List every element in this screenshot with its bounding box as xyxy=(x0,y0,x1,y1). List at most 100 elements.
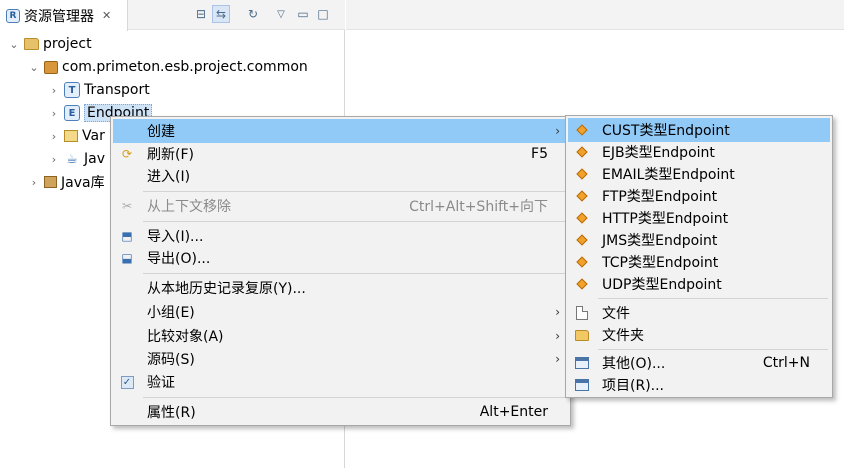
menu-item-refresh[interactable]: ⟳ 刷新(F) F5 xyxy=(113,142,568,166)
submenu-item-ejb-endpoint[interactable]: EJB类型Endpoint xyxy=(568,140,830,164)
resource-explorer-icon: R xyxy=(6,8,20,23)
tree-item-label: Jav xyxy=(84,151,105,167)
tree-item-label: Transport xyxy=(84,82,150,98)
menu-separator xyxy=(143,397,566,398)
project-window-icon xyxy=(574,377,590,393)
endpoint-diamond-icon xyxy=(574,254,590,270)
java-icon: ☕ xyxy=(66,151,78,167)
wizard-window-icon xyxy=(574,355,590,371)
submenu-item-cust-endpoint[interactable]: CUST类型Endpoint xyxy=(568,118,830,142)
menu-item-restore-local-history[interactable]: 从本地历史记录复原(Y)... xyxy=(113,276,568,300)
submenu-item-ftp-endpoint[interactable]: FTP类型Endpoint xyxy=(568,184,830,208)
submenu-item-http-endpoint[interactable]: HTTP类型Endpoint xyxy=(568,206,830,230)
tree-item-common-package[interactable]: ⌄ com.primeton.esb.project.common xyxy=(28,56,308,78)
menu-item-source[interactable]: 源码(S) › xyxy=(113,347,568,371)
chevron-right-icon[interactable]: › xyxy=(48,153,60,166)
tree-item-java-library[interactable]: › Java库 xyxy=(28,171,105,193)
menu-item-label: 其他(O)... xyxy=(602,356,666,372)
menu-item-label: JMS类型Endpoint xyxy=(602,233,718,249)
chevron-right-icon[interactable]: › xyxy=(28,176,40,189)
menu-item-label: 源码(S) xyxy=(147,352,195,368)
menu-item-team[interactable]: 小组(E) › xyxy=(113,300,568,324)
menu-item-label: EJB类型Endpoint xyxy=(602,145,715,161)
menu-item-compare-with[interactable]: 比较对象(A) › xyxy=(113,324,568,348)
menu-item-go-into[interactable]: 进入(I) xyxy=(113,164,568,188)
submenu-item-udp-endpoint[interactable]: UDP类型Endpoint xyxy=(568,272,830,296)
menu-item-accelerator: Alt+Enter xyxy=(479,404,548,420)
tree-item-transport[interactable]: › T Transport xyxy=(48,79,150,101)
chevron-down-icon[interactable]: ⌄ xyxy=(28,61,40,74)
chevron-right-icon[interactable]: › xyxy=(48,84,60,97)
submenu-item-other[interactable]: 其他(O)... Ctrl+N xyxy=(568,351,830,375)
tree-item-project[interactable]: ⌄ project xyxy=(8,33,92,55)
menu-item-label: 文件夹 xyxy=(602,328,644,344)
menu-item-label: 比较对象(A) xyxy=(147,329,224,345)
tab-title: 资源管理器 xyxy=(24,8,94,25)
chevron-right-icon[interactable]: › xyxy=(48,130,60,143)
menu-separator xyxy=(598,349,828,350)
chevron-right-icon: › xyxy=(555,124,560,138)
menu-separator xyxy=(143,273,566,274)
chevron-right-icon: › xyxy=(555,329,560,343)
endpoint-diamond-icon xyxy=(574,210,590,226)
menu-item-label: 属性(R) xyxy=(147,405,196,421)
tree-item-java[interactable]: › ☕ Jav xyxy=(48,148,105,170)
context-menu: 创建 › ⟳ 刷新(F) F5 进入(I) ✂ 从上下文移除 Ctrl+Alt+… xyxy=(110,116,571,426)
menu-item-remove-from-context[interactable]: ✂ 从上下文移除 Ctrl+Alt+Shift+向下 xyxy=(113,194,568,218)
endpoint-diamond-icon xyxy=(574,122,590,138)
menu-item-import[interactable]: ⬒ 导入(I)... xyxy=(113,224,568,248)
menu-item-properties[interactable]: 属性(R) Alt+Enter xyxy=(113,400,568,424)
view-tabbar: R 资源管理器 ✕ ⊟ ⇆ ↻ ▽ ▭ □ xyxy=(0,0,345,31)
menu-item-label: 从本地历史记录复原(Y)... xyxy=(147,281,306,297)
endpoint-icon: E xyxy=(64,105,80,121)
submenu-item-jms-endpoint[interactable]: JMS类型Endpoint xyxy=(568,228,830,252)
project-folder-icon xyxy=(24,38,39,50)
maximize-icon[interactable]: □ xyxy=(314,5,332,23)
menu-item-validate[interactable]: ✓ 验证 xyxy=(113,370,568,394)
endpoint-diamond-icon xyxy=(574,232,590,248)
submenu-item-email-endpoint[interactable]: EMAIL类型Endpoint xyxy=(568,162,830,186)
menu-item-accelerator: F5 xyxy=(531,146,548,162)
check-icon: ✓ xyxy=(119,374,135,390)
submenu-item-project[interactable]: 项目(R)... xyxy=(568,373,830,397)
tree-item-label: project xyxy=(43,36,92,52)
tab-resource-explorer[interactable]: R 资源管理器 ✕ xyxy=(0,0,128,31)
chevron-right-icon: › xyxy=(555,352,560,366)
menu-item-create[interactable]: 创建 › xyxy=(113,119,568,143)
endpoint-diamond-icon xyxy=(574,188,590,204)
menu-item-label: 项目(R)... xyxy=(602,378,665,394)
endpoint-diamond-icon xyxy=(574,166,590,182)
menu-separator xyxy=(598,298,828,299)
remove-context-icon: ✂ xyxy=(121,199,133,213)
menu-item-label: 导出(O)... xyxy=(147,251,211,267)
file-icon xyxy=(574,305,590,321)
menu-item-label: EMAIL类型Endpoint xyxy=(602,167,735,183)
folder-icon xyxy=(574,327,590,343)
submenu-item-folder[interactable]: 文件夹 xyxy=(568,323,830,347)
menu-item-label: HTTP类型Endpoint xyxy=(602,211,729,227)
submenu-item-file[interactable]: 文件 xyxy=(568,301,830,325)
import-icon: ⬒ xyxy=(121,229,133,243)
menu-item-export[interactable]: ⬓ 导出(O)... xyxy=(113,246,568,270)
endpoint-diamond-icon xyxy=(574,276,590,292)
create-submenu: CUST类型Endpoint EJB类型Endpoint EMAIL类型Endp… xyxy=(565,115,833,398)
chevron-down-icon[interactable]: ⌄ xyxy=(8,38,20,51)
minimize-icon[interactable]: ▭ xyxy=(294,5,312,23)
collapse-all-icon[interactable]: ⊟ xyxy=(192,5,210,23)
chevron-right-icon[interactable]: › xyxy=(48,107,60,120)
tree-item-label: Var xyxy=(82,128,105,144)
menu-item-label: 验证 xyxy=(147,375,175,391)
sync-icon[interactable]: ↻ xyxy=(244,5,262,23)
package-icon xyxy=(44,60,58,74)
menu-item-label: 导入(I)... xyxy=(147,229,204,245)
close-icon[interactable]: ✕ xyxy=(102,9,111,22)
menu-item-label: 进入(I) xyxy=(147,169,191,185)
library-icon xyxy=(44,176,57,188)
link-with-editor-icon[interactable]: ⇆ xyxy=(212,5,230,23)
tree-item-label: com.primeton.esb.project.common xyxy=(62,59,308,75)
menu-item-label: CUST类型Endpoint xyxy=(602,123,730,139)
submenu-item-tcp-endpoint[interactable]: TCP类型Endpoint xyxy=(568,250,830,274)
menu-item-label: TCP类型Endpoint xyxy=(602,255,719,271)
tree-item-var[interactable]: › Var xyxy=(48,125,105,147)
view-menu-icon[interactable]: ▽ xyxy=(272,5,290,23)
